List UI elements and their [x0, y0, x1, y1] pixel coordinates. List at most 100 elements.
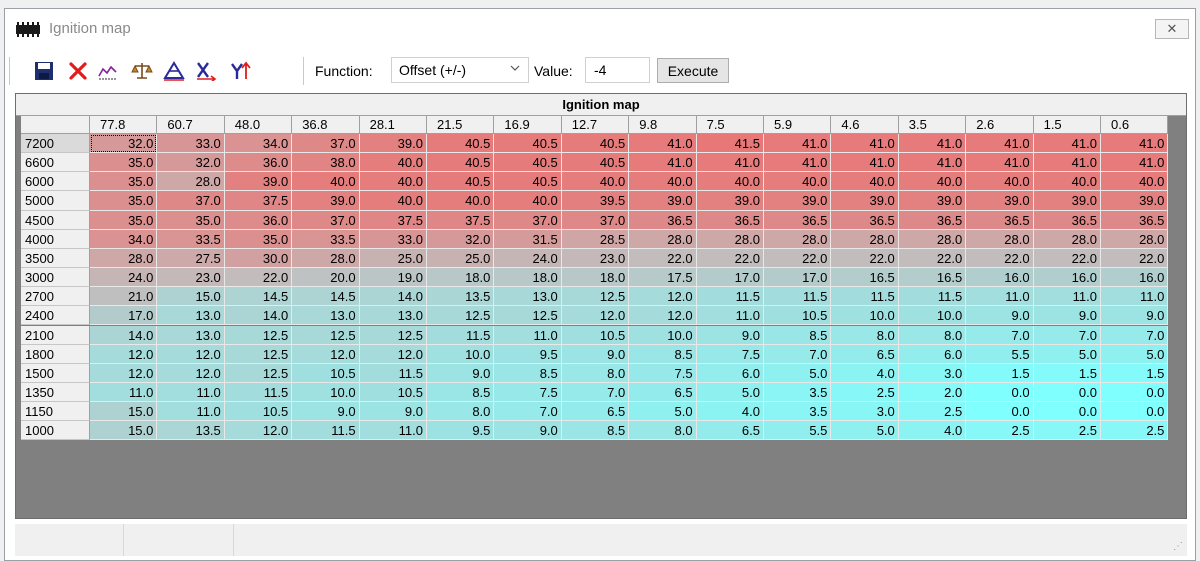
- map-cell[interactable]: 12.0: [629, 287, 697, 307]
- map-cell[interactable]: 5.0: [831, 421, 899, 441]
- map-cell[interactable]: 14.0: [90, 325, 158, 345]
- map-cell[interactable]: 11.5: [898, 287, 967, 307]
- map-cell[interactable]: 12.5: [427, 306, 495, 326]
- map-cell[interactable]: 11.0: [90, 382, 158, 403]
- map-cell[interactable]: 6.5: [561, 402, 630, 422]
- map-cell[interactable]: 40.0: [359, 172, 427, 192]
- map-cell[interactable]: 7.0: [966, 325, 1034, 345]
- map-cell[interactable]: 12.0: [90, 344, 158, 364]
- map-cell[interactable]: 34.0: [90, 229, 158, 249]
- map-cell[interactable]: 4.0: [898, 421, 967, 441]
- map-cell[interactable]: 17.5: [629, 268, 697, 288]
- map-cell[interactable]: 22.0: [831, 248, 899, 269]
- map-cell[interactable]: 12.0: [90, 363, 158, 383]
- map-cell[interactable]: 5.0: [696, 382, 764, 403]
- execute-button[interactable]: Execute: [657, 58, 729, 83]
- map-cell[interactable]: 41.0: [764, 134, 832, 154]
- map-cell[interactable]: 8.0: [427, 402, 495, 422]
- triangle-button[interactable]: [161, 58, 187, 84]
- map-cell[interactable]: 22.0: [224, 268, 293, 288]
- map-cell[interactable]: 40.5: [427, 172, 495, 192]
- map-cell[interactable]: 5.0: [629, 402, 697, 422]
- map-cell[interactable]: 28.0: [1033, 229, 1101, 249]
- map-cell[interactable]: 32.0: [427, 229, 495, 249]
- row-header[interactable]: 6000: [21, 172, 90, 192]
- row-header[interactable]: 3000: [21, 268, 90, 288]
- map-cell[interactable]: 22.0: [898, 248, 967, 269]
- map-cell[interactable]: 21.0: [90, 287, 158, 307]
- map-cell[interactable]: 0.0: [966, 382, 1034, 403]
- map-cell[interactable]: 13.5: [157, 421, 225, 441]
- map-cell[interactable]: 41.5: [696, 134, 764, 154]
- map-cell[interactable]: 41.0: [831, 134, 899, 154]
- map-cell[interactable]: 2.5: [1101, 421, 1169, 441]
- map-cell[interactable]: 40.0: [696, 172, 764, 192]
- map-cell[interactable]: 40.0: [1101, 172, 1169, 192]
- map-cell[interactable]: 1.5: [966, 363, 1034, 383]
- map-cell[interactable]: 22.0: [1033, 248, 1101, 269]
- map-cell[interactable]: 11.5: [427, 325, 495, 345]
- value-input[interactable]: -4: [585, 57, 650, 83]
- map-cell[interactable]: 39.0: [831, 191, 899, 211]
- map-cell[interactable]: 36.5: [696, 210, 764, 230]
- map-cell[interactable]: 9.0: [561, 344, 630, 364]
- map-cell[interactable]: 37.0: [292, 210, 360, 230]
- row-header[interactable]: 4000: [21, 229, 90, 249]
- map-cell[interactable]: 35.0: [90, 191, 158, 211]
- map-cell[interactable]: 40.0: [561, 172, 630, 192]
- map-cell[interactable]: 3.5: [764, 402, 832, 422]
- map-cell[interactable]: 0.0: [1101, 402, 1169, 422]
- column-header[interactable]: 48.0: [224, 116, 293, 134]
- map-cell[interactable]: 12.5: [224, 344, 293, 364]
- map-cell[interactable]: 8.0: [831, 325, 899, 345]
- map-cell[interactable]: 36.5: [764, 210, 832, 230]
- map-cell[interactable]: 17.0: [764, 268, 832, 288]
- map-cell[interactable]: 40.5: [427, 153, 495, 173]
- map-cell[interactable]: 32.0: [90, 134, 158, 154]
- map-cell[interactable]: 30.0: [224, 248, 293, 269]
- map-cell[interactable]: 39.0: [696, 191, 764, 211]
- map-cell[interactable]: 41.0: [629, 134, 697, 154]
- map-cell[interactable]: 28.0: [629, 229, 697, 249]
- map-cell[interactable]: 41.0: [1033, 153, 1101, 173]
- map-cell[interactable]: 41.0: [966, 134, 1034, 154]
- map-cell[interactable]: 13.0: [292, 306, 360, 326]
- graph-button[interactable]: [95, 58, 121, 84]
- column-header[interactable]: 28.1: [359, 116, 427, 134]
- map-cell[interactable]: 9.0: [494, 421, 562, 441]
- column-header[interactable]: 77.8: [90, 116, 158, 134]
- map-cell[interactable]: 35.0: [90, 172, 158, 192]
- map-cell[interactable]: 10.5: [764, 306, 832, 326]
- map-cell[interactable]: 40.5: [561, 153, 630, 173]
- map-cell[interactable]: 40.0: [629, 172, 697, 192]
- map-cell[interactable]: 40.0: [966, 172, 1034, 192]
- map-cell[interactable]: 20.0: [292, 268, 360, 288]
- row-header[interactable]: 1000: [21, 421, 90, 441]
- function-select[interactable]: Offset (+/-): [391, 57, 529, 83]
- map-cell[interactable]: 10.0: [292, 382, 360, 403]
- row-header[interactable]: 2700: [21, 287, 90, 307]
- map-cell[interactable]: 12.5: [359, 325, 427, 345]
- map-cell[interactable]: 36.5: [1033, 210, 1101, 230]
- map-cell[interactable]: 5.5: [966, 344, 1034, 364]
- map-cell[interactable]: 14.0: [359, 287, 427, 307]
- map-cell[interactable]: 1.5: [1033, 363, 1101, 383]
- map-cell[interactable]: 25.0: [427, 248, 495, 269]
- map-cell[interactable]: 16.0: [1101, 268, 1169, 288]
- map-cell[interactable]: 28.0: [898, 229, 967, 249]
- x-axis-button[interactable]: [193, 58, 219, 84]
- map-cell[interactable]: 32.0: [157, 153, 225, 173]
- map-cell[interactable]: 15.0: [90, 402, 158, 422]
- map-cell[interactable]: 40.0: [898, 172, 967, 192]
- map-cell[interactable]: 33.5: [157, 229, 225, 249]
- map-cell[interactable]: 7.5: [629, 363, 697, 383]
- map-cell[interactable]: 9.0: [427, 363, 495, 383]
- column-header[interactable]: 21.5: [427, 116, 495, 134]
- map-cell[interactable]: 10.0: [427, 344, 495, 364]
- map-cell[interactable]: 39.5: [561, 191, 630, 211]
- map-cell[interactable]: 12.0: [157, 363, 225, 383]
- map-cell[interactable]: 37.5: [427, 210, 495, 230]
- map-cell[interactable]: 8.0: [561, 363, 630, 383]
- map-cell[interactable]: 9.5: [427, 421, 495, 441]
- map-cell[interactable]: 22.0: [629, 248, 697, 269]
